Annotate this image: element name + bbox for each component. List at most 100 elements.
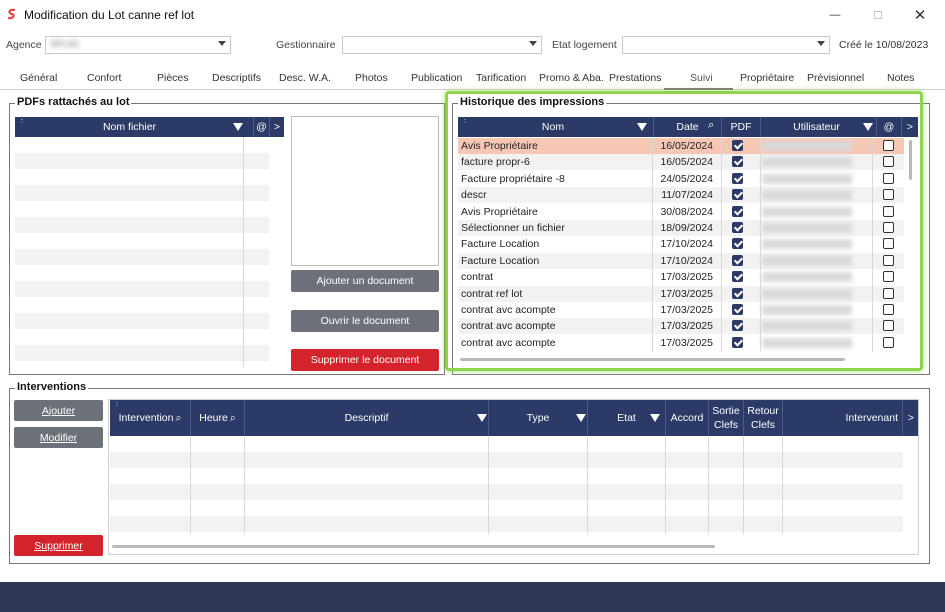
table-row[interactable]: Sélectionner un fichier 18/09/2024 <box>458 220 904 236</box>
historique-col-user[interactable]: Utilisateur <box>760 117 872 137</box>
agence-select[interactable]: SFLIG <box>45 36 231 54</box>
interventions-col-descriptif[interactable]: Descriptif <box>244 400 488 436</box>
email-checkbox[interactable] <box>883 271 894 283</box>
tab-promo[interactable]: Promo & Aba. <box>539 72 604 84</box>
pdf-checkbox[interactable] <box>732 140 743 151</box>
open-document-button[interactable]: Ouvrir le document <box>291 310 439 332</box>
pdf-checkbox[interactable] <box>732 320 743 332</box>
email-checkbox[interactable] <box>883 189 894 201</box>
pdf-checkbox[interactable] <box>732 172 743 184</box>
pdfs-grid-body <box>15 137 269 367</box>
tab-prestations[interactable]: Prestations <box>609 72 662 84</box>
email-checkbox[interactable] <box>883 238 894 250</box>
email-checkbox[interactable] <box>883 304 894 315</box>
tab-descriptifs[interactable]: Descriptifs <box>212 72 261 84</box>
pdfs-more-columns[interactable]: > <box>269 117 284 137</box>
email-checkbox[interactable] <box>883 172 894 184</box>
interventions-col-retour-clefs[interactable]: Retour Clefs <box>743 400 782 436</box>
edit-intervention-button[interactable]: Modifier <box>14 427 103 448</box>
email-checkbox[interactable] <box>883 320 894 332</box>
search-icon[interactable]: ⌕ <box>175 412 181 425</box>
tab-confort[interactable]: Confort <box>87 72 121 84</box>
pdf-checkbox[interactable] <box>732 304 743 315</box>
pdf-checkbox[interactable] <box>732 156 743 168</box>
filter-icon[interactable] <box>863 123 873 131</box>
delete-intervention-button[interactable]: Supprimer <box>14 535 103 556</box>
table-row[interactable]: facture propr-6 16/05/2024 <box>458 154 904 171</box>
row-user-redacted <box>762 141 852 151</box>
tab-notes[interactable]: Notes <box>887 72 914 84</box>
table-row[interactable]: contrat avc acompte 17/03/2025 <box>458 335 904 351</box>
filter-icon[interactable] <box>477 414 487 422</box>
interventions-col-sortie-clefs[interactable]: Sortie Clefs <box>708 400 743 436</box>
historique-col-at[interactable]: @ <box>876 117 901 137</box>
tab-tarification[interactable]: Tarification <box>476 72 526 84</box>
tab-publication[interactable]: Publication <box>411 72 462 84</box>
historique-col-pdf[interactable]: PDF <box>721 117 760 137</box>
row-nom: Facture propriétaire -8 <box>461 172 565 185</box>
email-checkbox[interactable] <box>883 254 894 266</box>
add-document-button[interactable]: Ajouter un document <box>291 270 439 292</box>
table-row[interactable]: contrat avc acompte 17/03/2025 <box>458 318 904 335</box>
interventions-col-type[interactable]: Type <box>488 400 587 436</box>
historique-vertical-scrollbar[interactable] <box>909 140 912 180</box>
filter-icon[interactable] <box>650 414 660 422</box>
add-intervention-button[interactable]: Ajouter <box>14 400 103 421</box>
tab-suivi[interactable]: Suivi <box>690 72 713 84</box>
tab-previsionnel[interactable]: Prévisionnel <box>807 72 864 84</box>
table-row[interactable]: descr 11/07/2024 <box>458 187 904 204</box>
interventions-more-columns[interactable]: > <box>902 400 919 436</box>
email-checkbox[interactable] <box>883 336 894 348</box>
tab-desc-wa[interactable]: Desc. W.A. <box>279 72 331 84</box>
email-checkbox[interactable] <box>883 222 894 233</box>
table-row[interactable]: Avis Propriétaire 16/05/2024 <box>458 138 904 154</box>
row-nom: contrat <box>461 271 494 284</box>
interventions-col-heure[interactable]: Heure ⌕ <box>190 400 244 436</box>
gestionnaire-select[interactable] <box>342 36 542 54</box>
interventions-horizontal-scrollbar[interactable] <box>112 545 715 548</box>
email-checkbox[interactable] <box>883 205 894 217</box>
table-row[interactable]: Facture Location 17/10/2024 <box>458 236 904 252</box>
filter-icon[interactable] <box>233 123 243 131</box>
search-icon[interactable]: ⌕ <box>230 412 236 425</box>
pdf-checkbox[interactable] <box>732 205 743 217</box>
row-date: 17/10/2024 <box>660 254 713 267</box>
tab-proprietaire[interactable]: Propriétaire <box>740 72 794 84</box>
historique-horizontal-scrollbar[interactable] <box>460 358 845 361</box>
pdfs-col-at[interactable]: @ <box>253 117 269 137</box>
pdf-checkbox[interactable] <box>732 271 743 283</box>
close-button[interactable]: ✕ <box>900 4 940 26</box>
search-icon[interactable]: ⌕ <box>708 119 714 132</box>
pdf-checkbox[interactable] <box>732 222 743 233</box>
email-checkbox[interactable] <box>883 287 894 299</box>
historique-more-columns[interactable]: > <box>901 117 918 137</box>
interventions-col-intervention[interactable]: Intervention ⌕ <box>110 400 190 436</box>
interventions-col-accord[interactable]: Accord <box>665 400 708 436</box>
delete-document-button[interactable]: Supprimer le document <box>291 349 439 371</box>
tab-photos[interactable]: Photos <box>355 72 388 84</box>
row-date: 17/03/2025 <box>660 287 713 300</box>
table-row[interactable]: contrat ref lot 17/03/2025 <box>458 285 904 302</box>
email-checkbox[interactable] <box>883 156 894 168</box>
tab-general[interactable]: Général <box>20 72 57 84</box>
interventions-col-intervenant[interactable]: Intervenant <box>782 400 902 436</box>
pdf-checkbox[interactable] <box>732 238 743 250</box>
historique-col-nom[interactable]: Nom <box>458 117 648 137</box>
table-row[interactable]: contrat 17/03/2025 <box>458 269 904 285</box>
pdf-checkbox[interactable] <box>732 336 743 348</box>
minimize-button[interactable]: — <box>815 4 855 26</box>
table-row[interactable]: Facture Location 17/10/2024 <box>458 252 904 269</box>
pdf-checkbox[interactable] <box>732 287 743 299</box>
filter-icon[interactable] <box>637 123 647 131</box>
pdf-checkbox[interactable] <box>732 254 743 266</box>
table-row[interactable]: Facture propriétaire -8 24/05/2024 <box>458 171 904 187</box>
maximize-button[interactable]: ☐ <box>858 4 898 26</box>
etat-logement-select[interactable] <box>622 36 830 54</box>
table-row[interactable]: Avis Propriétaire 30/08/2024 <box>458 204 904 220</box>
email-checkbox[interactable] <box>883 140 894 151</box>
tab-pieces[interactable]: Pièces <box>157 72 189 84</box>
filter-icon[interactable] <box>576 414 586 422</box>
table-row[interactable]: contrat avc acompte 17/03/2025 <box>458 302 904 318</box>
pdf-checkbox[interactable] <box>732 189 743 201</box>
pdfs-col-nom[interactable]: Nom fichier <box>15 117 244 137</box>
